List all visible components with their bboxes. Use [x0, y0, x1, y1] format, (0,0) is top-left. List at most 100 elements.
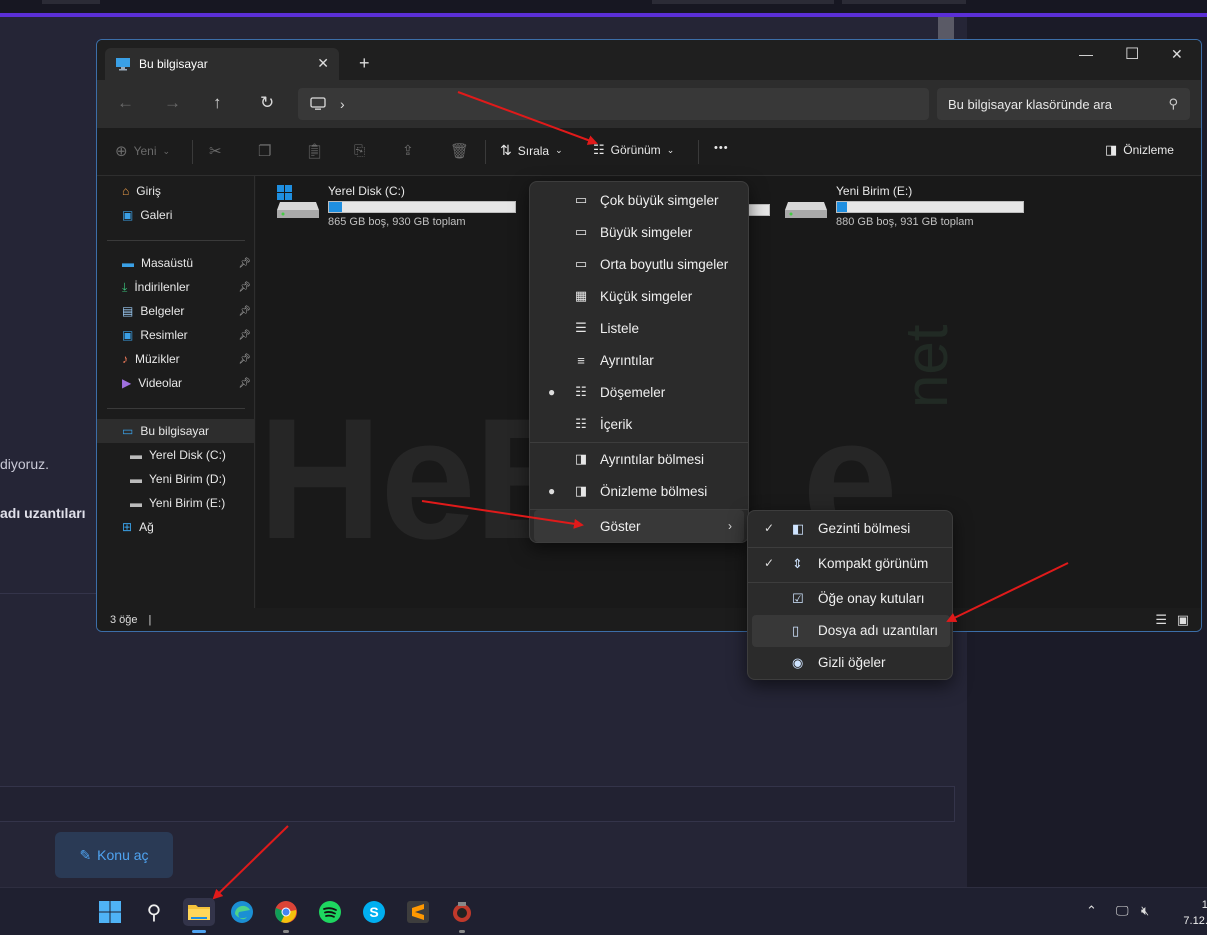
menu-item-large-icons[interactable]: ▭ Büyük simgeler — [534, 216, 744, 248]
sidebar-item-label: Galeri — [140, 208, 173, 222]
spotify-button[interactable] — [316, 898, 344, 926]
sidebar-item-music[interactable]: ♪ Müzikler 📌︎ — [97, 347, 255, 371]
submenu-item-item-checkboxes[interactable]: ☑ Öğe onay kutuları — [752, 583, 950, 615]
sidebar-item-home[interactable]: ⌂ Giriş — [97, 179, 255, 203]
menu-item-details[interactable]: ≡ Ayrıntılar — [534, 344, 744, 376]
close-tab-icon[interactable]: ✕ — [317, 55, 329, 72]
pin-icon[interactable]: 📌︎ — [238, 282, 251, 293]
menu-item-extra-large-icons[interactable]: ▭ Çok büyük simgeler — [534, 184, 744, 216]
drive-tile-c[interactable]: Yerel Disk (C:) 865 GB boş, 930 GB topla… — [276, 184, 516, 228]
paste-icon[interactable]: 📋︎ — [305, 142, 324, 160]
submenu-item-compact-view[interactable]: ✓ ⇕ Kompakt görünüm — [752, 548, 950, 580]
top-strip-segment — [842, 0, 966, 4]
top-strip-segment — [652, 0, 834, 4]
sidebar-item-pictures[interactable]: ▣ Resimler 📌︎ — [97, 323, 255, 347]
sidebar-item-videos[interactable]: ▶ Videolar 📌︎ — [97, 371, 255, 395]
new-button[interactable]: ⊕ Yeni ⌄ — [115, 142, 170, 160]
pin-icon[interactable]: 📌︎ — [238, 258, 251, 269]
file-explorer-taskbar-button[interactable] — [183, 898, 215, 926]
delete-icon[interactable]: 🗑︎ — [450, 142, 469, 160]
refresh-button[interactable]: ↻ — [260, 93, 274, 113]
drive-icon: ▬ — [130, 472, 142, 486]
menu-item-details-pane[interactable]: ◨ Ayrıntılar bölmesi — [534, 443, 744, 475]
tab-this-pc[interactable]: Bu bilgisayar ✕ — [105, 48, 339, 80]
share-icon[interactable]: ⇪ — [402, 142, 414, 159]
new-tab-button[interactable]: + — [359, 53, 370, 74]
sidebar-item-drive-d[interactable]: ▬ Yeni Birim (D:) — [97, 467, 255, 491]
menu-item-label: Orta boyutlu simgeler — [600, 256, 729, 272]
sublime-button[interactable] — [404, 898, 432, 926]
menu-item-list[interactable]: ☰ Listele — [534, 312, 744, 344]
taskbar: ⚲ S ⌃ 🖵︎ 🔇︎ 17 7.12.2 — [0, 887, 1207, 935]
checkmark-icon: ✓ — [764, 521, 775, 535]
address-bar[interactable]: › — [298, 88, 929, 120]
item-count: 3 öğe — [110, 614, 138, 626]
search-input[interactable]: Bu bilgisayar klasöründe ara — [948, 97, 1112, 112]
submenu-item-hidden-items[interactable]: ◉ Gizli öğeler — [752, 647, 950, 679]
clock[interactable]: 17 7.12.2 — [1174, 897, 1207, 929]
submenu-item-file-extensions[interactable]: ▯ Dosya adı uzantıları — [752, 615, 950, 647]
preview-pane-button[interactable]: ◨ Önizleme — [1105, 142, 1174, 158]
show-submenu: ✓ ◧ Gezinti bölmesi ✓ ⇕ Kompakt görünüm ☑ Öğe… — [747, 510, 953, 680]
cut-icon[interactable]: ✂ — [209, 142, 222, 160]
submenu-item-navigation-pane[interactable]: ✓ ◧ Gezinti bölmesi — [752, 513, 950, 545]
back-button[interactable]: ← — [117, 93, 134, 113]
spotify-icon — [319, 901, 341, 923]
maximize-button[interactable]: ☐ — [1125, 44, 1139, 64]
pin-icon[interactable]: 📌︎ — [238, 330, 251, 341]
menu-item-preview-pane[interactable]: ● ◨ Önizleme bölmesi — [534, 475, 744, 507]
view-button[interactable]: ☷ Görünüm ⌄ — [593, 142, 674, 158]
sidebar-item-label: Yeni Birim (E:) — [149, 496, 226, 510]
menu-item-tiles[interactable]: ● ☷ Döşemeler — [534, 376, 744, 408]
sidebar-item-gallery[interactable]: ▣ Galeri — [97, 203, 255, 227]
sidebar-item-desktop[interactable]: ▬ Masaüstü 📌︎ — [97, 251, 255, 275]
minimize-button[interactable]: — — [1079, 46, 1093, 62]
menu-item-small-icons[interactable]: ▦ Küçük simgeler — [534, 280, 744, 312]
game-app-button[interactable] — [448, 898, 476, 926]
search-box[interactable]: Bu bilgisayar klasöründe ara ⚲ — [937, 88, 1190, 120]
up-button[interactable]: ↑ — [213, 93, 222, 113]
menu-item-show[interactable]: Göster › — [534, 510, 744, 542]
pin-icon[interactable]: 📌︎ — [238, 354, 251, 365]
details-view-icon[interactable]: ☰ — [1155, 612, 1167, 628]
edit-icon: ✎ — [79, 846, 92, 863]
new-topic-button[interactable]: ✎ Konu aç — [55, 832, 173, 878]
chrome-button[interactable] — [272, 898, 300, 926]
background-editor[interactable] — [0, 786, 955, 822]
background-text-line: diyoruz. — [0, 456, 50, 472]
search-button[interactable]: ⚲ — [140, 898, 168, 926]
start-button[interactable] — [96, 898, 124, 926]
more-options-button[interactable]: ••• — [714, 142, 729, 154]
drive-tile-e[interactable]: Yeni Birim (E:) 880 GB boş, 931 GB topla… — [784, 184, 1024, 228]
compact-view-icon: ⇕ — [792, 556, 803, 571]
volume-muted-icon[interactable]: 🔇︎ — [1141, 903, 1149, 919]
tray-overflow-chevron-icon[interactable]: ⌃ — [1086, 903, 1097, 919]
chevron-right-icon: › — [728, 519, 732, 533]
tiles-view-icon[interactable]: ▣ — [1177, 612, 1189, 628]
sidebar-item-downloads[interactable]: ⤓ İndirilenler 📌︎ — [97, 275, 255, 299]
menu-item-medium-icons[interactable]: ▭ Orta boyutlu simgeler — [534, 248, 744, 280]
sort-button[interactable]: ⇅ Sırala ⌄ — [500, 142, 563, 159]
sidebar-item-this-pc[interactable]: ▭ Bu bilgisayar — [97, 419, 255, 443]
skype-button[interactable]: S — [360, 898, 388, 926]
submenu-item-label: Kompakt görünüm — [818, 556, 929, 571]
breadcrumb-chevron[interactable]: › — [340, 96, 345, 112]
drive-usage-bar — [328, 201, 516, 213]
sidebar-item-drive-e[interactable]: ▬ Yeni Birim (E:) — [97, 491, 255, 515]
menu-item-content[interactable]: ☷ İçerik — [534, 408, 744, 440]
network-status-icon[interactable]: 🖵︎ — [1116, 903, 1129, 919]
edge-button[interactable] — [228, 898, 256, 926]
sidebar-item-documents[interactable]: ▤ Belgeler 📌︎ — [97, 299, 255, 323]
copy-icon[interactable]: ❐ — [258, 142, 271, 160]
forward-button[interactable]: → — [164, 93, 181, 113]
menu-item-label: Listele — [600, 320, 640, 336]
pin-icon[interactable]: 📌︎ — [238, 306, 251, 317]
title-bar: Bu bilgisayar ✕ + — ☐ ✕ — [97, 40, 1201, 80]
checkbox-icon: ☑ — [792, 591, 804, 606]
sidebar-item-drive-c[interactable]: ▬ Yerel Disk (C:) — [97, 443, 255, 467]
drive-free-space: 880 GB boş, 931 GB toplam — [836, 216, 974, 228]
close-window-button[interactable]: ✕ — [1171, 46, 1183, 63]
sidebar-item-network[interactable]: ⊞ Ağ — [97, 515, 255, 539]
pin-icon[interactable]: 📌︎ — [238, 378, 251, 389]
rename-icon[interactable]: ⎘ — [354, 142, 365, 159]
